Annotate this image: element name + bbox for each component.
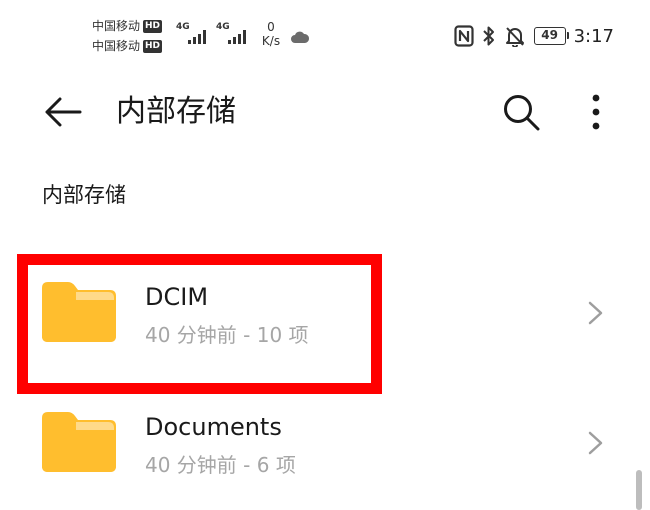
more-options-button[interactable] — [576, 90, 616, 134]
back-arrow-icon — [45, 97, 82, 127]
network-speed: 0 K/s — [258, 20, 284, 48]
hd-badge-1: HD — [143, 19, 163, 33]
cloud-icon — [291, 31, 310, 43]
app-toolbar: 内部存储 — [0, 80, 650, 144]
file-list: DCIM 40 分钟前 - 10 项 Documents 40 分钟前 - 6 … — [0, 240, 650, 510]
chevron-right-icon — [588, 301, 603, 325]
search-button[interactable] — [496, 90, 546, 134]
folder-item-dcim[interactable]: DCIM 40 分钟前 - 10 项 — [0, 240, 650, 394]
search-icon — [504, 95, 540, 131]
folder-name: Documents — [145, 413, 282, 441]
carrier-name-1: 中国移动 — [92, 19, 141, 33]
folder-item-documents[interactable]: Documents 40 分钟前 - 6 项 — [0, 370, 650, 510]
bluetooth-icon — [482, 26, 494, 46]
folder-icon — [42, 282, 116, 342]
system-status-icons: 49 3:17 — [453, 24, 614, 48]
clock: 3:17 — [573, 25, 614, 47]
network-speed-value: 0 — [267, 20, 275, 34]
battery-icon: 49 — [533, 27, 569, 45]
folder-meta: 40 分钟前 - 10 项 — [145, 323, 309, 347]
folder-name: DCIM — [145, 283, 209, 311]
mute-icon — [505, 27, 524, 47]
folder-meta: 40 分钟前 - 6 项 — [145, 453, 296, 477]
back-button[interactable] — [38, 90, 88, 134]
signal-icon-1: 4G — [176, 22, 210, 46]
breadcrumb[interactable]: 内部存储 — [42, 180, 126, 210]
hd-badge-2: HD — [143, 39, 163, 53]
signal-icon-2: 4G — [216, 22, 250, 46]
chevron-right-icon — [588, 431, 603, 455]
carrier-info: 中国移动 HD 中国移动 HD — [92, 16, 182, 56]
more-vertical-icon — [592, 94, 600, 130]
nfc-icon — [453, 25, 474, 47]
carrier-name-2: 中国移动 — [92, 39, 141, 53]
folder-icon — [42, 412, 116, 472]
page-title: 内部存储 — [116, 94, 236, 129]
status-bar: 中国移动 HD 中国移动 HD 4G 4G 0 K/s 49 3:17 — [0, 0, 650, 62]
network-speed-unit: K/s — [261, 34, 281, 48]
carrier-line-1: 中国移动 HD — [92, 16, 182, 36]
scrollbar-thumb[interactable] — [636, 470, 642, 510]
carrier-line-2: 中国移动 HD — [92, 36, 182, 56]
